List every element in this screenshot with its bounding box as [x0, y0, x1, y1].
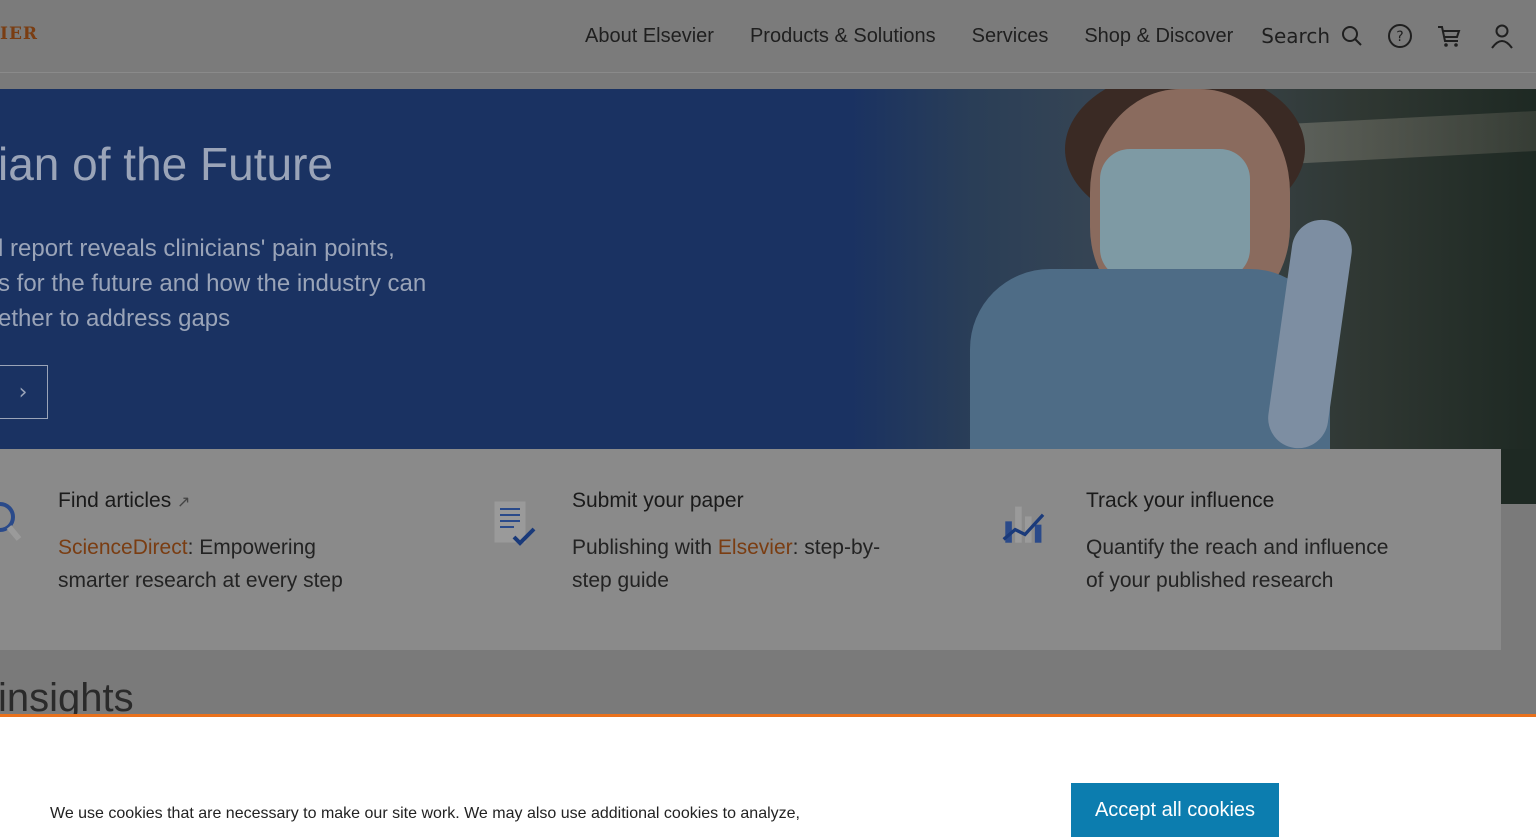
accept-all-cookies-button[interactable]: Accept all cookies — [1071, 783, 1279, 837]
cookie-notice-text: We use cookies that are necessary to mak… — [50, 805, 800, 822]
quick-links-band: Find articles ↗ ScienceDirect: Empowerin… — [0, 449, 1501, 650]
search-magnifier-icon — [0, 502, 22, 541]
chevron-right-icon: › — [18, 379, 28, 405]
nav-products-solutions[interactable]: Products & Solutions — [750, 25, 936, 48]
search-button[interactable]: Search — [1261, 24, 1364, 48]
card-description: Publishing with Elsevier: step-by- step … — [572, 536, 881, 592]
chart-trend-icon — [1002, 506, 1045, 543]
hero-arrow-button[interactable]: › — [0, 365, 48, 419]
card-title[interactable]: Track your influence — [1086, 489, 1274, 513]
hero-image-edge — [1501, 449, 1536, 504]
hero-description: l report reveals clinicians' pain points… — [0, 231, 426, 336]
card-title[interactable]: Find articles ↗ — [58, 489, 190, 513]
search-icon — [1342, 26, 1362, 46]
document-check-icon — [493, 500, 536, 546]
hero-image-clinician — [850, 89, 1536, 449]
card-title[interactable]: Submit your paper — [572, 489, 744, 513]
search-label: Search — [1261, 24, 1331, 48]
svg-text:?: ? — [1396, 29, 1403, 45]
cart-icon[interactable] — [1435, 22, 1463, 50]
help-icon[interactable]: ? — [1386, 22, 1414, 50]
nav-shop-discover[interactable]: Shop & Discover — [1084, 25, 1233, 48]
card-description: Quantify the reach and influence of your… — [1086, 536, 1389, 592]
card-description: ScienceDirect: Empowering smarter resear… — [58, 536, 343, 592]
nav-about-elsevier[interactable]: About Elsevier — [585, 25, 714, 48]
user-account-icon[interactable] — [1488, 22, 1516, 50]
hero-banner: ian of the Future l report reveals clini… — [0, 89, 1536, 449]
site-header: IER About Elsevier Products & Solutions … — [0, 0, 1536, 73]
elsevier-logo[interactable]: IER — [0, 24, 38, 44]
hero-desc-line: ether to address gaps — [0, 305, 231, 332]
nav-services[interactable]: Services — [972, 25, 1049, 48]
sciencedirect-link[interactable]: ScienceDirect — [58, 536, 188, 559]
external-link-icon: ↗ — [177, 494, 191, 511]
cookie-banner: We use cookies that are necessary to mak… — [0, 714, 1536, 837]
hero-title: ian of the Future — [0, 138, 333, 190]
insights-heading: insights — [0, 676, 134, 714]
hero-desc-line: s for the future and how the industry ca… — [0, 270, 427, 297]
elsevier-link[interactable]: Elsevier — [718, 536, 793, 559]
hero-desc-line: l report reveals clinicians' pain points… — [0, 235, 395, 262]
main-nav: About Elsevier Products & Solutions Serv… — [585, 20, 1364, 52]
